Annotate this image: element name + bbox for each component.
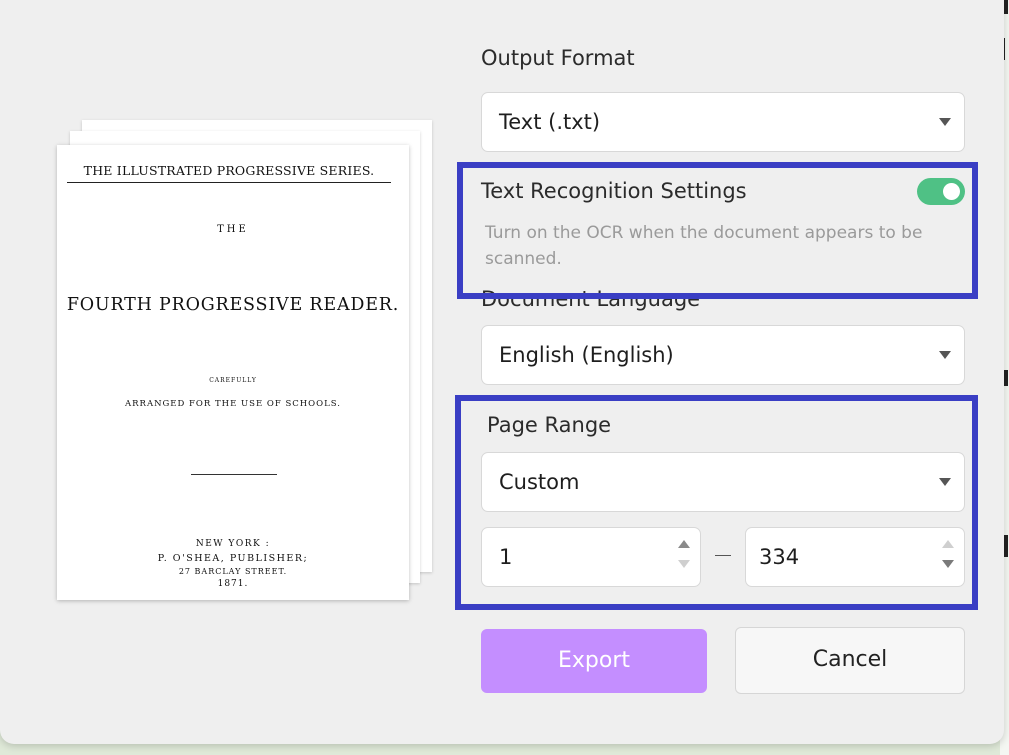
preview-publisher: P. O'SHEA, PUBLISHER; <box>157 553 309 564</box>
output-format-value: Text (.txt) <box>499 110 601 134</box>
preview-the: THE <box>217 224 249 235</box>
output-format-label: Output Format <box>481 46 635 70</box>
document-language-select[interactable]: English (English) <box>481 325 965 385</box>
document-language-value: English (English) <box>499 343 674 367</box>
page-range-highlight <box>455 395 978 610</box>
preview-book-title: FOURTH PROGRESSIVE READER. <box>66 295 400 315</box>
ocr-settings-highlight <box>457 162 978 299</box>
preview-street: 27 BARCLAY STREET. <box>178 567 288 576</box>
preview-rule <box>191 474 277 475</box>
preview-city: NEW YORK : <box>195 539 271 549</box>
preview-series-title: THE ILLUSTRATED PROGRESSIVE SERIES. <box>67 163 391 183</box>
preview-arranged: ARRANGED FOR THE USE OF SCHOOLS. <box>125 399 341 409</box>
cancel-button[interactable]: Cancel <box>735 627 965 694</box>
background-mark <box>1004 370 1008 386</box>
preview-carefully: CAREFULLY <box>209 377 257 384</box>
output-format-select[interactable]: Text (.txt) <box>481 92 965 152</box>
preview-year: 1871. <box>217 579 249 589</box>
export-button[interactable]: Export <box>481 629 707 693</box>
chevron-down-icon <box>939 118 951 126</box>
chevron-down-icon <box>939 351 951 359</box>
document-preview-page: THE ILLUSTRATED PROGRESSIVE SERIES. THE … <box>57 145 409 600</box>
